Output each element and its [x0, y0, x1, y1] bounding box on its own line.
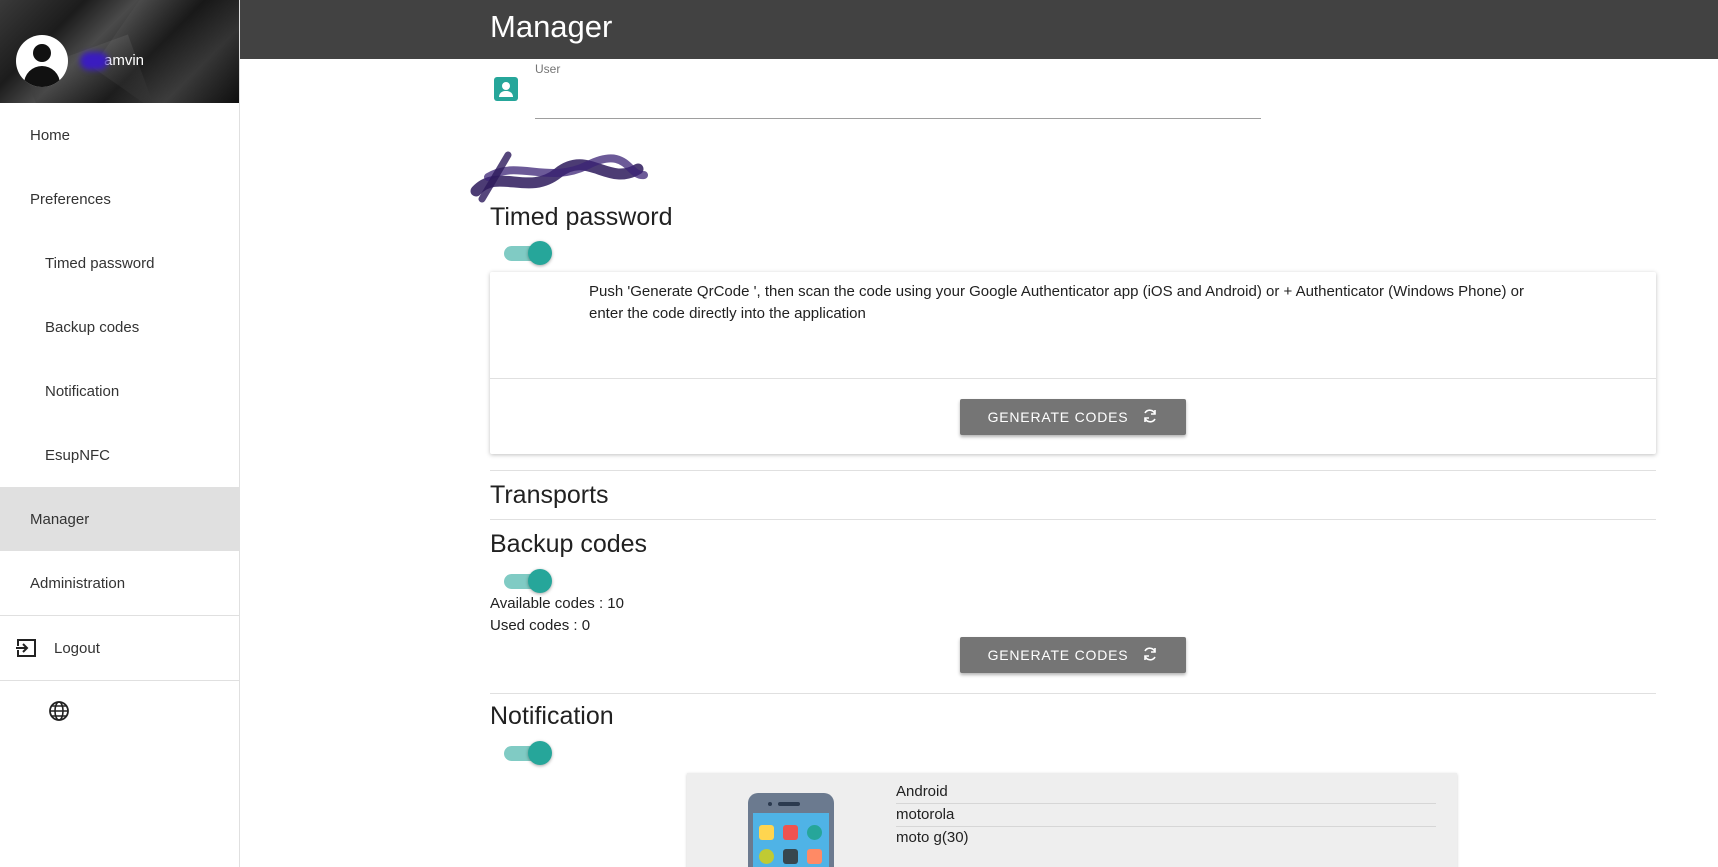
globe-icon	[48, 700, 70, 727]
profile-banner: amvin	[0, 0, 239, 103]
sidebar-item-backup-codes[interactable]: Backup codes	[0, 295, 239, 359]
avatar	[16, 35, 68, 87]
timed-password-toggle[interactable]	[504, 241, 554, 265]
backup-codes-toggle[interactable]	[504, 569, 554, 593]
device-card: Android motorola moto g(30)	[687, 773, 1457, 867]
sidebar-item-administration[interactable]: Administration	[0, 551, 239, 615]
page-title: Manager	[490, 9, 613, 44]
notification-toggle[interactable]	[504, 741, 554, 765]
redaction-scribble	[470, 151, 648, 203]
device-manufacturer: motorola	[896, 804, 1436, 827]
user-input[interactable]	[535, 79, 1261, 119]
backup-codes-title: Backup codes	[490, 530, 648, 558]
sidebar-item-esupnfc[interactable]: EsupNFC	[0, 423, 239, 487]
section-divider	[490, 470, 1656, 471]
language-selector[interactable]	[0, 681, 239, 745]
logout-icon	[16, 638, 38, 658]
available-codes: Available codes : 10	[490, 595, 624, 612]
sidebar-item-preferences[interactable]: Preferences	[0, 167, 239, 231]
manager-content: User Timed password Push 'Generate QrCod…	[470, 59, 1656, 765]
smartphone-icon	[748, 793, 834, 867]
card-divider	[490, 378, 1656, 379]
refresh-icon	[1142, 646, 1158, 665]
user-field: User	[490, 59, 1656, 129]
device-details: Android motorola moto g(30)	[896, 781, 1436, 850]
timed-password-title: Timed password	[490, 203, 673, 231]
timed-password-instructions: Push 'Generate QrCode ', then scan the c…	[589, 283, 1525, 322]
notification-title: Notification	[490, 702, 614, 730]
sidebar-item-notification[interactable]: Notification	[0, 359, 239, 423]
generate-codes-label: GENERATE CODES	[987, 409, 1129, 425]
section-divider	[490, 693, 1656, 694]
top-app-bar: Manager	[240, 0, 1718, 59]
logout-label: Logout	[54, 639, 100, 657]
sidebar-item-manager[interactable]: Manager	[0, 487, 239, 551]
user-field-label: User	[535, 62, 561, 76]
username: amvin	[80, 52, 144, 71]
section-divider	[490, 519, 1656, 520]
generate-backup-codes-button[interactable]: GENERATE CODES	[960, 637, 1186, 673]
used-codes: Used codes : 0	[490, 617, 591, 634]
sidebar-item-home[interactable]: Home	[0, 103, 239, 167]
sidebar-item-timed-password[interactable]: Timed password	[0, 231, 239, 295]
sidebar: amvin Home Preferences Timed password Ba…	[0, 0, 240, 867]
device-platform: Android	[896, 781, 1436, 804]
account-box-icon	[494, 77, 518, 101]
device-model: moto g(30)	[896, 829, 969, 846]
refresh-icon	[1142, 408, 1158, 427]
generate-codes-button[interactable]: GENERATE CODES	[960, 399, 1186, 435]
transports-title: Transports	[490, 481, 609, 509]
generate-codes-label: GENERATE CODES	[987, 647, 1129, 663]
sidebar-item-logout[interactable]: Logout	[0, 616, 239, 680]
